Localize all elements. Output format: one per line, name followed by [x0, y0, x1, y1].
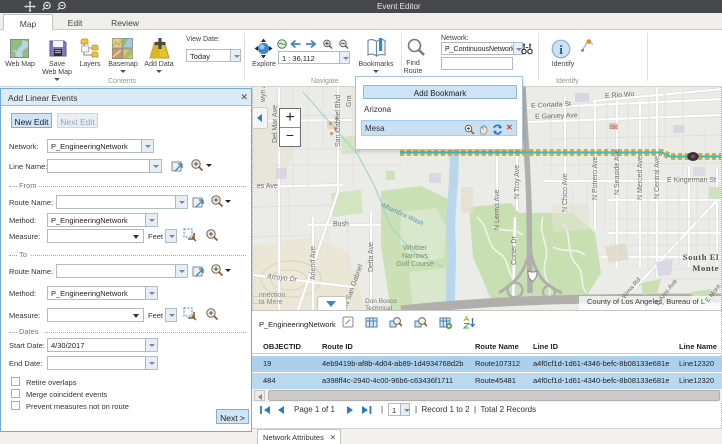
svg-text:250: 250: [610, 125, 619, 131]
svg-text:i: i: [559, 42, 563, 57]
